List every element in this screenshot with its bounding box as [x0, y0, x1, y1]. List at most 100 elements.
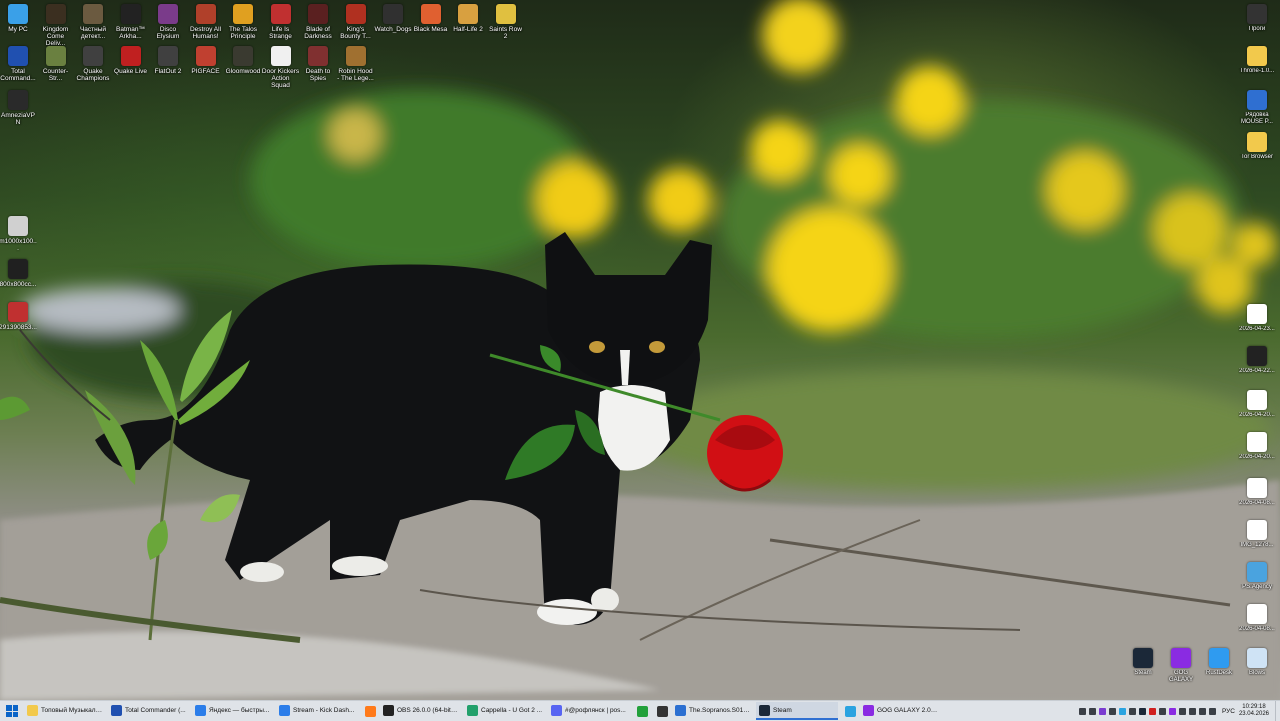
desktop-icon[interactable]: 2026-04-23... [1238, 304, 1276, 333]
game-icon [270, 4, 291, 24]
desktop-icon-label: IMG_1278... [1240, 542, 1274, 548]
tray-app-icon[interactable] [1119, 707, 1127, 715]
desktop-icon-label: Robin Hood - The Lege... [337, 68, 374, 82]
tray-app-icon[interactable] [1159, 707, 1167, 715]
desktop-icon[interactable]: Counter-Str... [37, 46, 75, 82]
taskbar-item[interactable] [360, 702, 380, 720]
taskbar-item[interactable] [652, 702, 672, 720]
desktop-icon[interactable]: Quake Champions [74, 46, 112, 82]
desktop-icon[interactable]: PIGFACE [187, 46, 225, 75]
game-icon [458, 4, 478, 24]
desktop-icon[interactable]: Disco Elysium [149, 4, 187, 40]
desktop-icon[interactable]: Проги [1238, 4, 1276, 33]
desktop-icon[interactable]: GOG GALAXY [1162, 648, 1200, 684]
desktop-icon[interactable]: IMG_1278... [1238, 520, 1276, 549]
network-icon[interactable] [1189, 707, 1197, 715]
desktop-icon-label: Death to Spies [305, 68, 331, 82]
desktop-icon[interactable]: Частный детект... [74, 4, 112, 40]
desktop-icon[interactable]: Steam [1124, 648, 1162, 677]
tray-app-icon[interactable] [1179, 707, 1187, 715]
tray-app-icon[interactable] [1139, 707, 1147, 715]
desktop-icon-label: PIGFACE [191, 68, 220, 75]
taskbar-item[interactable]: Топовый Музыкальный [24, 702, 106, 720]
desktop-icon-label: Black Mesa [413, 26, 448, 33]
taskbar-item[interactable]: The.Sopranos.S01E... [672, 702, 754, 720]
tray-app-icon[interactable] [1169, 707, 1177, 715]
desktop-icon[interactable]: Рядовка MOUSE P... [1238, 90, 1276, 126]
desktop-icon[interactable]: Door Kickers Action Squad [262, 46, 300, 89]
desktop-icon[interactable]: FlatOut 2 [149, 46, 187, 75]
desktop-icon[interactable]: Saints Row 2 [487, 4, 525, 40]
desktop-icon[interactable]: Batman™ Arkha... [112, 4, 150, 40]
desktop-icon-label: RustDesk [1205, 670, 1232, 676]
desktop-icon[interactable]: Blade of Darkness [299, 4, 337, 40]
taskbar-item[interactable] [840, 702, 860, 720]
game-icon [195, 4, 216, 24]
taskbar-item[interactable]: Steam [756, 702, 838, 720]
desktop-icon[interactable]: Life Is Strange [262, 4, 300, 40]
desktop-icon[interactable]: Total Command... [0, 46, 37, 82]
taskbar-item[interactable] [632, 702, 652, 720]
telegram-icon [844, 705, 856, 717]
desktop-icon[interactable]: Robin Hood - The Lege... [337, 46, 375, 82]
desktop-icon-label: PS.Agency [1242, 584, 1272, 590]
app-icon [8, 46, 28, 66]
taskbar-item[interactable]: Cappella - U Got 2 ... [464, 702, 546, 720]
desktop-icon[interactable]: My PC [0, 4, 37, 33]
desktop-icon[interactable]: Throne-1.0... [1238, 46, 1276, 75]
taskbar-item-label: OBS 26.0.0 (64-bit, ... [397, 706, 459, 714]
tray-app-icon[interactable] [1099, 707, 1107, 715]
desktop-icon[interactable]: Death to Spies [299, 46, 337, 82]
desktop-icon-label: Kingdom Come Deliv... [42, 26, 69, 47]
tray-app-icon[interactable] [1129, 707, 1137, 715]
folder-icon [1247, 132, 1267, 152]
document-icon [1247, 90, 1267, 110]
desktop-icon-label: Throne-1.0... [1239, 68, 1275, 74]
desktop-icon[interactable]: Black Mesa [412, 4, 450, 33]
desktop-icon[interactable]: Quake Live [112, 46, 150, 75]
desktop-icon-label: FlatOut 2 [154, 68, 182, 75]
game-icon [195, 46, 216, 66]
desktop-icon[interactable]: The Talos Principle [224, 4, 262, 40]
desktop-icon[interactable]: Kingdom Come Deliv... [37, 4, 75, 47]
desktop-icon[interactable]: Half-Life 2 [449, 4, 487, 33]
taskbar-item[interactable]: Яндекс — быстры... [192, 702, 274, 720]
taskbar-item[interactable]: Stream - Kick Dash... [276, 702, 358, 720]
tray-app-icon[interactable] [1149, 707, 1157, 715]
taskbar-item[interactable]: GOG GALAXY 2.0.9... [860, 702, 942, 720]
desktop-icon[interactable]: m1000x100... [0, 216, 37, 252]
shield-icon[interactable] [1209, 707, 1217, 715]
desktop-icon[interactable]: 2026-04-22... [1238, 346, 1276, 375]
desktop-icon[interactable]: 291390853... [0, 302, 37, 331]
desktop-icon-label: 2026-04-08... [1239, 500, 1275, 506]
clock[interactable]: 10:29:18 23.04.2026 [1239, 704, 1269, 718]
start-button[interactable] [0, 701, 24, 721]
mic-icon[interactable] [1079, 707, 1087, 715]
desktop-icon[interactable]: 2026-04-20... [1238, 390, 1276, 419]
show-desktop-button[interactable] [1275, 701, 1280, 721]
desktop-icon[interactable]: 800x800cc... [0, 259, 37, 288]
desktop-icon[interactable]: RustDesk [1200, 648, 1238, 677]
tray-app-icon[interactable] [1109, 707, 1117, 715]
desktop-icon[interactable]: 2026-04-08... [1238, 478, 1276, 507]
desktop-icon[interactable]: Watch_Dogs [374, 4, 412, 33]
taskbar-item[interactable]: #@рофлянск | pos... [548, 702, 630, 720]
desktop-icon[interactable]: AmneziaVPN [0, 90, 37, 126]
desktop-icon-label: Batman™ Arkha... [116, 26, 145, 40]
desktop-icon[interactable]: Blows [1238, 648, 1276, 677]
desktop-icon[interactable]: 2026-04-08... [1238, 604, 1276, 633]
desktop-icon[interactable]: Gloomwood [224, 46, 262, 75]
desktop-icon[interactable]: Destroy All Humans! [187, 4, 225, 40]
taskbar-item[interactable]: Total Commander (... [108, 702, 190, 720]
desktop-icon-label: Total Command... [0, 68, 36, 82]
desktop-icon[interactable]: Tor Browser [1238, 132, 1276, 161]
steam-icon [1133, 648, 1153, 668]
game-icon [233, 46, 253, 66]
volume-icon[interactable] [1199, 707, 1207, 715]
desktop-icon[interactable]: 2026-04-20... [1238, 432, 1276, 461]
language-indicator[interactable]: РУС [1222, 708, 1235, 715]
tray-app-icon[interactable] [1089, 707, 1097, 715]
desktop-icon[interactable]: PS.Agency [1238, 562, 1276, 591]
taskbar-item[interactable]: OBS 26.0.0 (64-bit, ... [380, 702, 462, 720]
desktop-icon[interactable]: King's Bounty T... [337, 4, 375, 40]
